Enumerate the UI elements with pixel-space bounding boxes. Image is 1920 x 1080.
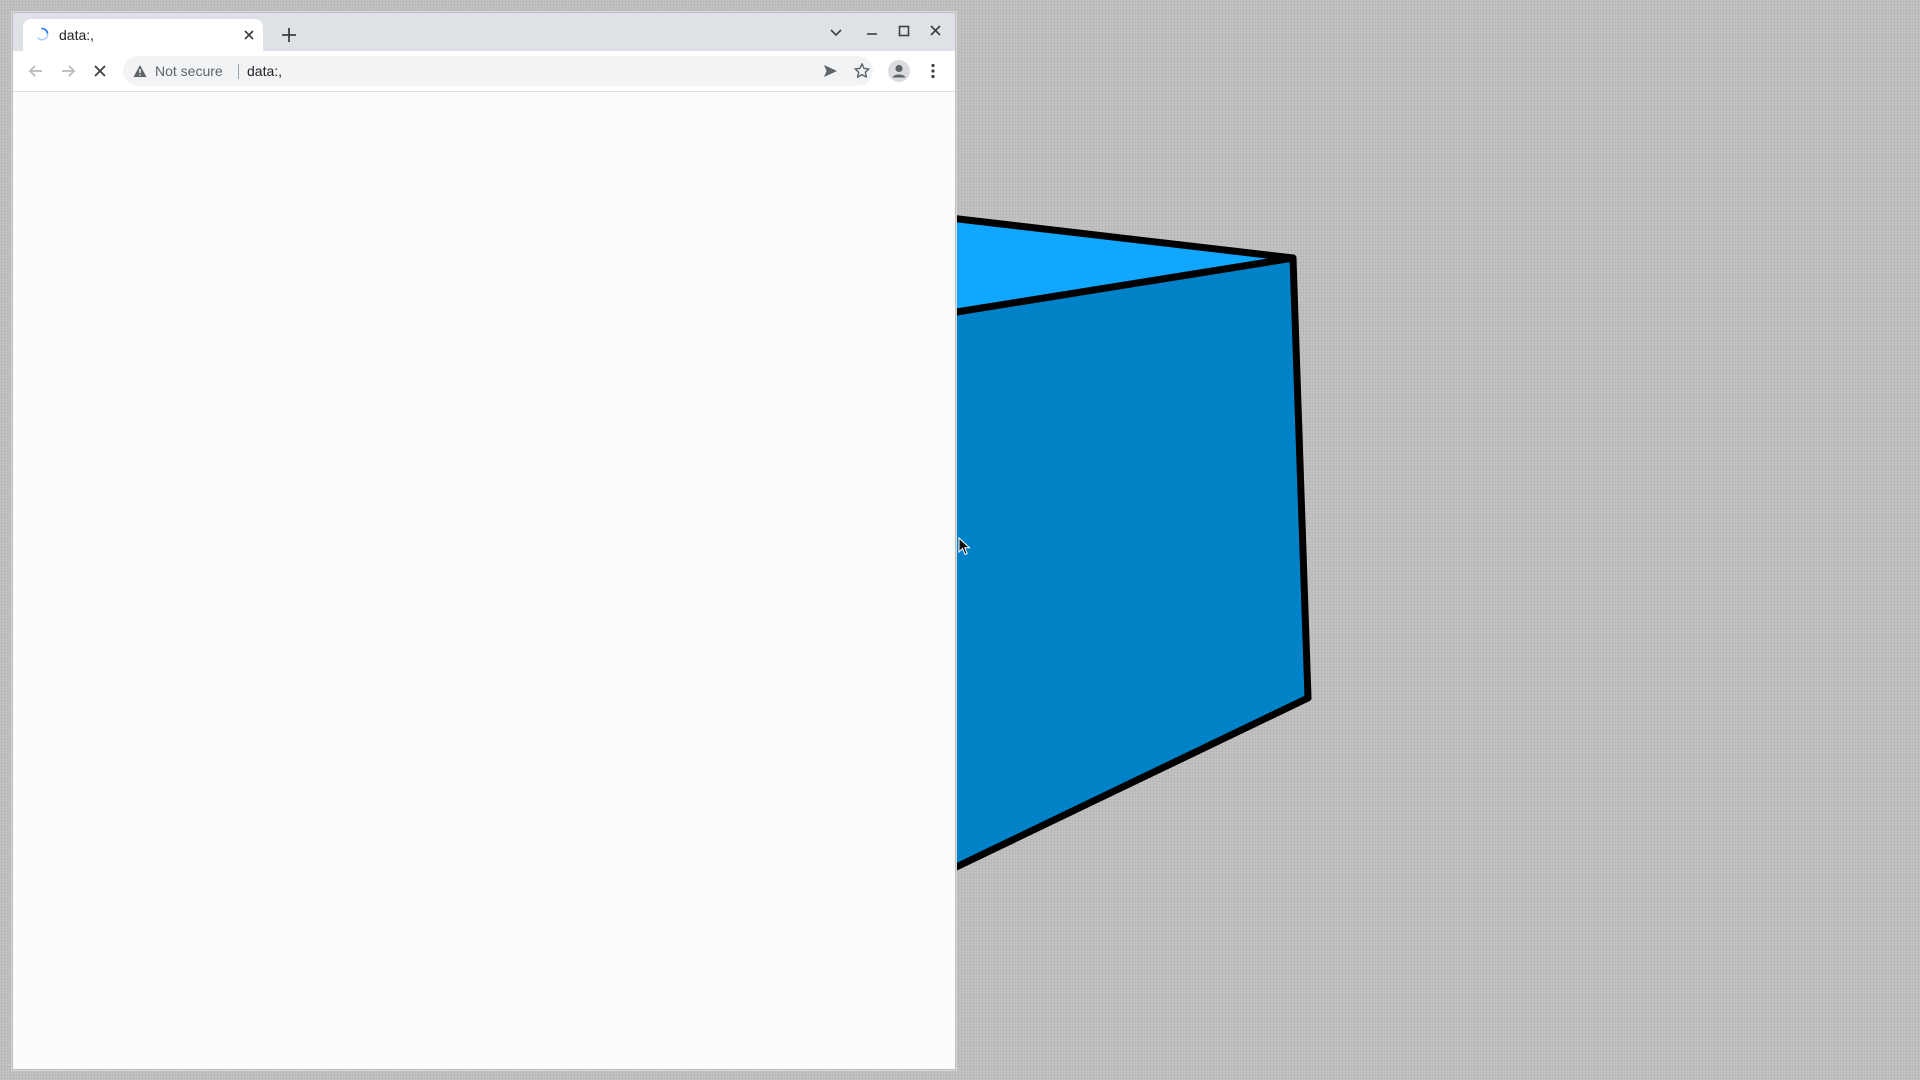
stop-loading-icon[interactable] <box>90 61 110 81</box>
more-menu-icon[interactable] <box>923 61 943 81</box>
tab-strip: data:, <box>13 13 955 51</box>
bookmark-star-icon[interactable] <box>853 62 871 80</box>
maximize-icon[interactable] <box>894 22 914 42</box>
forward-arrow-icon[interactable] <box>58 61 78 81</box>
loading-spinner-icon <box>37 27 49 41</box>
browser-window: data:, Not secure data:, <box>12 12 956 1070</box>
browser-tab[interactable]: data:, <box>23 19 263 51</box>
minimize-icon[interactable] <box>862 22 882 42</box>
url-text[interactable]: data:, <box>247 63 282 79</box>
tab-close-icon[interactable] <box>241 27 257 43</box>
back-arrow-icon[interactable] <box>26 61 46 81</box>
send-tab-icon[interactable] <box>822 63 838 79</box>
cube-front-face <box>946 254 1312 874</box>
tab-title: data:, <box>59 27 95 43</box>
new-tab-button[interactable] <box>277 23 301 47</box>
mouse-pointer-icon <box>958 537 971 556</box>
page-content[interactable] <box>13 92 955 1069</box>
address-bar[interactable]: Not secure data:, <box>123 56 873 86</box>
security-status-label[interactable]: Not secure <box>155 63 223 79</box>
close-window-icon[interactable] <box>926 22 946 42</box>
browser-toolbar: Not secure data:, <box>13 51 955 92</box>
profile-avatar-icon[interactable] <box>887 59 911 83</box>
omnibox-divider <box>238 64 239 79</box>
warning-triangle-icon[interactable] <box>133 64 147 78</box>
tab-search-chevron-icon[interactable] <box>826 22 846 42</box>
